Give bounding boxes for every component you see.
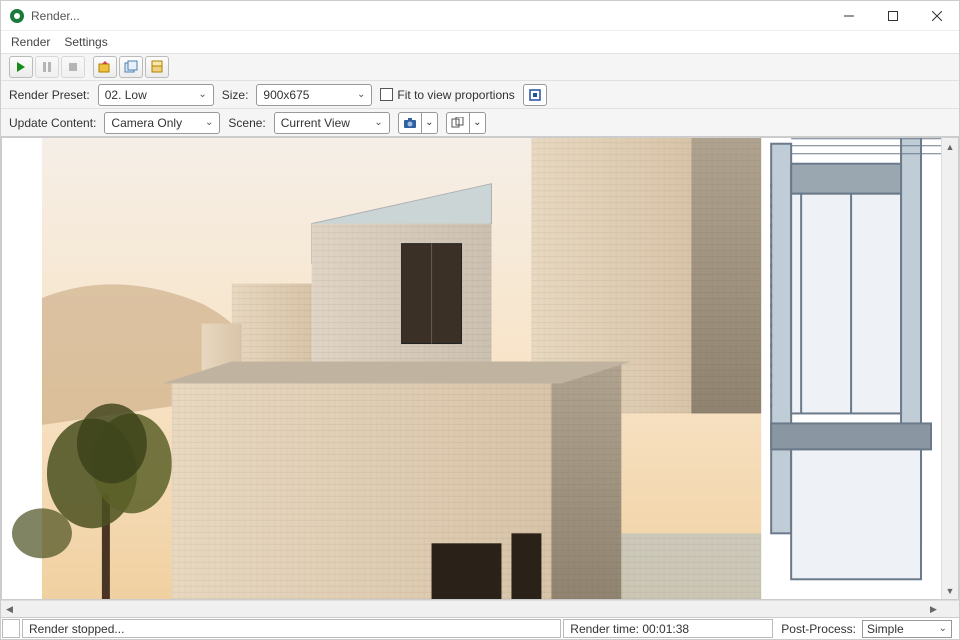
pause-render-button[interactable]: [35, 56, 59, 78]
chevron-down-icon: ⌄: [939, 623, 947, 634]
camera-button[interactable]: [398, 112, 422, 134]
camera-button-group: ⌄: [398, 112, 438, 134]
scroll-up-icon[interactable]: ▲: [942, 138, 958, 155]
chevron-down-icon: ⌄: [198, 89, 206, 100]
scene-label: Scene:: [228, 116, 265, 130]
horizontal-scrollbar[interactable]: ◀ ▶: [1, 600, 959, 617]
maximize-button[interactable]: [871, 1, 915, 31]
app-icon: [9, 8, 25, 24]
chevron-down-icon: ⌄: [357, 89, 365, 100]
titlebar: Render...: [1, 1, 959, 31]
render-preset-combo[interactable]: 02. Low ⌄: [98, 84, 214, 106]
minimize-button[interactable]: [827, 1, 871, 31]
save-image-button[interactable]: [93, 56, 117, 78]
render-canvas[interactable]: [2, 138, 941, 599]
toolbar: [1, 53, 959, 81]
update-content-label: Update Content:: [9, 116, 96, 130]
window-title: Render...: [31, 9, 80, 23]
postprocess-cell: Post-Process: Simple ⌄: [775, 619, 958, 638]
size-combo[interactable]: 900x675 ⌄: [256, 84, 372, 106]
scroll-right-icon[interactable]: ▶: [925, 601, 942, 617]
render-time-value: 00:01:38: [642, 622, 689, 636]
update-content-combo[interactable]: Camera Only ⌄: [104, 112, 220, 134]
render-preset-label: Render Preset:: [9, 88, 90, 102]
export-button[interactable]: [145, 56, 169, 78]
scene-combo[interactable]: Current View ⌄: [274, 112, 390, 134]
copy-image-button[interactable]: [119, 56, 143, 78]
status-indicator: [2, 619, 20, 638]
menu-render[interactable]: Render: [11, 35, 50, 49]
chevron-down-icon: ⌄: [374, 117, 382, 128]
copy-view-button[interactable]: [446, 112, 470, 134]
statusbar: Render stopped... Render time: 00:01:38 …: [1, 617, 959, 639]
scroll-down-icon[interactable]: ▼: [942, 582, 958, 599]
window-size-button[interactable]: [523, 84, 547, 106]
copy-view-button-group: ⌄: [446, 112, 486, 134]
close-button[interactable]: [915, 1, 959, 31]
menubar: Render Settings: [1, 31, 959, 53]
size-label: Size:: [222, 88, 249, 102]
options-row-1: Render Preset: 02. Low ⌄ Size: 900x675 ⌄…: [1, 81, 959, 109]
menu-settings[interactable]: Settings: [64, 35, 107, 49]
scroll-left-icon[interactable]: ◀: [1, 601, 18, 617]
copy-view-dropdown-button[interactable]: ⌄: [470, 112, 486, 134]
viewport-area: ▲ ▼: [1, 137, 959, 600]
chevron-down-icon: ⌄: [205, 117, 213, 128]
start-render-button[interactable]: [9, 56, 33, 78]
postprocess-combo[interactable]: Simple ⌄: [862, 620, 952, 638]
vertical-scrollbar[interactable]: ▲ ▼: [941, 138, 958, 599]
stop-render-button[interactable]: [61, 56, 85, 78]
render-time-cell: Render time: 00:01:38: [563, 619, 773, 638]
options-row-2: Update Content: Camera Only ⌄ Scene: Cur…: [1, 109, 959, 137]
camera-dropdown-button[interactable]: ⌄: [422, 112, 438, 134]
status-text: Render stopped...: [22, 619, 561, 638]
fit-proportions-checkbox[interactable]: Fit to view proportions: [380, 88, 514, 102]
